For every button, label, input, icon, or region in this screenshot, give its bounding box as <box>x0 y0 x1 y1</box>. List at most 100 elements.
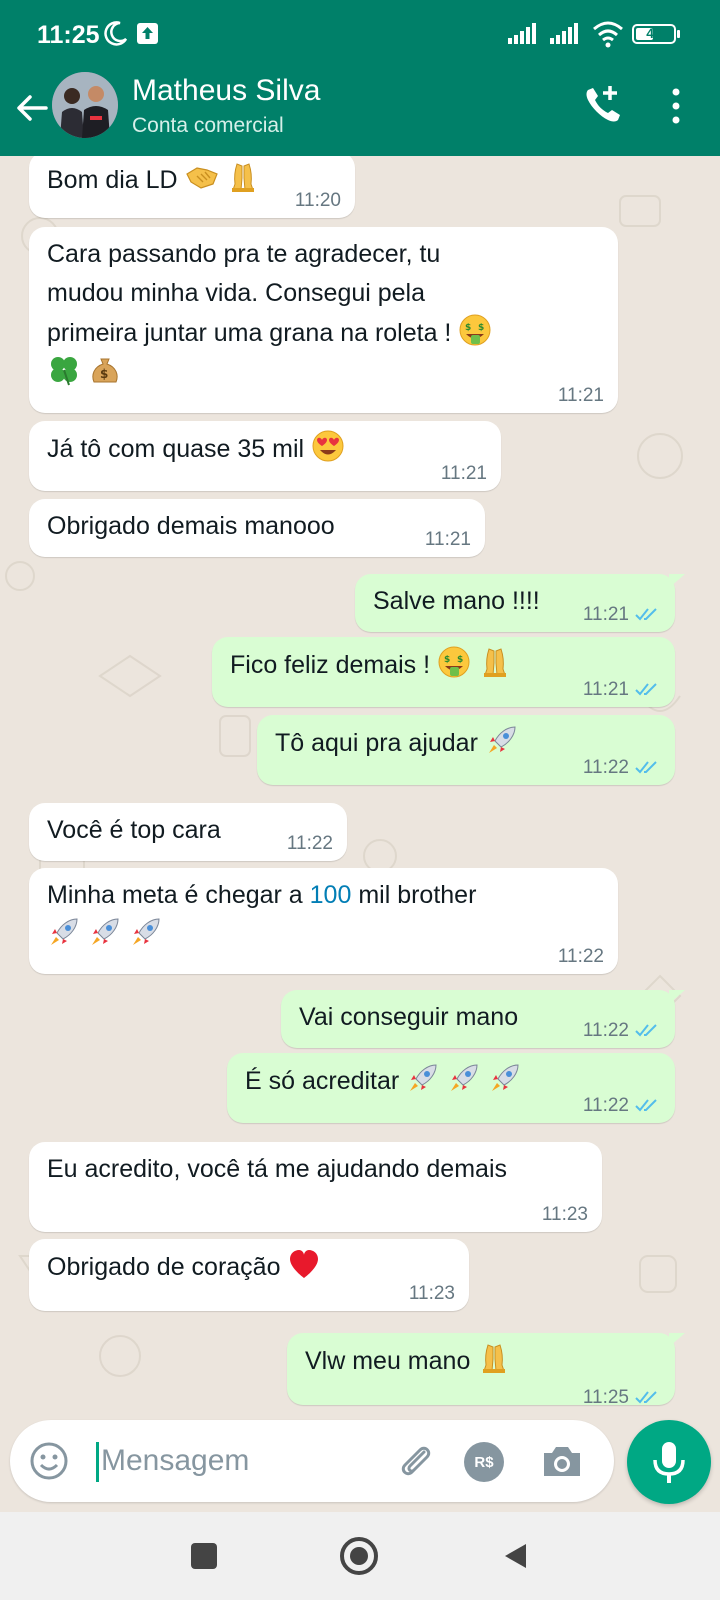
message-line: primeira juntar uma grana na roleta ! <box>47 319 452 347</box>
double-check-icon <box>635 1391 657 1403</box>
rocket-emoji <box>491 1064 519 1092</box>
battery-level: 44 <box>646 25 662 41</box>
recents-button[interactable] <box>191 1543 217 1569</box>
message-line: Cara passando pra te agradecer, tu <box>47 240 441 268</box>
more-vert-icon[interactable] <box>662 86 690 126</box>
mic-icon <box>653 1442 685 1483</box>
message-outgoing[interactable]: Tô aqui pra ajudar 11:22 <box>257 715 675 785</box>
moon-icon <box>104 21 128 46</box>
message-incoming[interactable]: Eu acredito, você tá me ajudando demais … <box>29 1142 602 1232</box>
battery-icon: 44 <box>632 24 676 44</box>
bubble-tail <box>669 1333 685 1347</box>
chat-area[interactable]: Bom dia LD 11:20 Cara passando pra te ag… <box>0 156 720 1410</box>
message-meta: 11:21 <box>441 463 487 485</box>
message-meta: 11:21 <box>425 529 471 551</box>
message-incoming[interactable]: Obrigado demais manooo 11:21 <box>29 499 485 557</box>
message-time: 11:20 <box>294 190 341 211</box>
double-check-icon <box>635 1099 657 1111</box>
message-text: Fico feliz demais ! <box>230 651 431 679</box>
message-time: 11:22 <box>557 946 604 967</box>
message-text: Minha meta é chegar a <box>47 881 310 909</box>
message-meta: 11:23 <box>409 1283 455 1305</box>
message-incoming[interactable]: Bom dia LD 11:20 <box>29 156 355 218</box>
pray-emoji <box>483 648 507 678</box>
avatar[interactable] <box>52 72 118 138</box>
message-time: 11:21 <box>440 463 487 484</box>
message-outgoing[interactable]: Vai conseguir mano 11:22 <box>281 990 685 1048</box>
status-bar: 11:25 44 <box>0 0 720 70</box>
mic-button[interactable] <box>627 1420 711 1504</box>
back-arrow-icon[interactable] <box>10 86 54 130</box>
message-meta: 11:21 <box>583 679 661 701</box>
message-time: 11:22 <box>582 757 629 778</box>
add-call-icon[interactable] <box>580 82 626 128</box>
number-link[interactable]: 100 <box>310 881 352 909</box>
message-incoming[interactable]: Obrigado de coração 11:23 <box>29 1239 469 1311</box>
attach-icon[interactable] <box>394 1440 436 1482</box>
heart-eyes-emoji <box>312 430 344 462</box>
payment-icon[interactable]: R$ <box>464 1442 504 1482</box>
nav-back-icon[interactable] <box>500 1541 530 1571</box>
message-line: mudou minha vida. Consegui pela <box>47 279 426 307</box>
message-time: 11:22 <box>286 833 333 854</box>
message-outgoing[interactable]: Salve mano !!!! 11:21 <box>355 574 685 632</box>
message-text: Já tô com quase 35 mil <box>47 435 305 463</box>
message-text: Obrigado demais manooo <box>47 512 335 540</box>
message-text: Obrigado de coração <box>47 1253 281 1281</box>
message-text: É só acreditar <box>245 1067 400 1095</box>
message-time: 11:21 <box>582 604 629 625</box>
message-outgoing[interactable]: Fico feliz demais ! 11:21 <box>212 637 675 707</box>
message-meta: 11:21 <box>558 385 604 407</box>
status-time: 11:25 <box>37 21 100 49</box>
contact-name[interactable]: Matheus Silva <box>132 74 320 108</box>
message-incoming[interactable]: Cara passando pra te agradecer, tu mudou… <box>29 227 618 413</box>
message-incoming[interactable]: Minha meta é chegar a 100 mil brother 11… <box>29 868 618 974</box>
message-time: 11:21 <box>557 385 604 406</box>
message-meta: 11:22 <box>583 757 661 779</box>
camera-icon[interactable] <box>540 1440 584 1482</box>
message-text: Tô aqui pra ajudar <box>275 729 478 757</box>
update-icon <box>137 23 158 44</box>
message-outgoing[interactable]: Vlw meu mano 11:25 <box>287 1333 685 1408</box>
pray-emoji <box>482 1344 506 1374</box>
money-mouth-emoji <box>438 646 470 678</box>
message-incoming[interactable]: Você é top cara 11:22 <box>29 803 347 861</box>
message-text: Vlw meu mano <box>305 1347 471 1375</box>
wifi-icon <box>593 21 623 48</box>
message-text: Bom dia LD <box>47 166 178 194</box>
heart-emoji <box>290 1250 319 1278</box>
message-text: Vai conseguir mano <box>299 1003 519 1031</box>
home-button-dot <box>350 1547 368 1565</box>
message-time: 11:22 <box>582 1095 629 1116</box>
message-time: 11:23 <box>541 1204 588 1225</box>
message-meta: 11:23 <box>542 1204 588 1226</box>
rocket-emoji <box>91 918 119 946</box>
handshake-emoji <box>185 167 218 189</box>
message-outgoing[interactable]: É só acreditar 11:22 <box>227 1053 675 1123</box>
message-meta: 11:25 <box>583 1387 661 1409</box>
bubble-tail <box>669 990 685 1004</box>
rocket-emoji <box>488 726 516 754</box>
contact-subtitle: Conta comercial <box>132 114 284 137</box>
message-input[interactable] <box>101 1441 381 1481</box>
clover-emoji <box>50 356 78 386</box>
double-check-icon <box>635 683 657 695</box>
double-check-icon <box>635 761 657 773</box>
message-meta: 11:21 <box>583 604 661 626</box>
rocket-emoji <box>132 918 160 946</box>
message-time: 11:21 <box>582 679 629 700</box>
message-time: 11:22 <box>582 1020 629 1041</box>
message-meta: 11:20 <box>295 190 341 212</box>
message-incoming[interactable]: Já tô com quase 35 mil 11:21 <box>29 421 501 491</box>
moneybag-emoji <box>92 358 118 383</box>
message-text: Salve mano !!!! <box>373 587 540 615</box>
rocket-emoji <box>409 1064 437 1092</box>
text-caret <box>96 1442 99 1482</box>
message-text: Eu acredito, você tá me ajudando demais <box>47 1155 507 1183</box>
message-composer: R$ <box>10 1420 614 1502</box>
message-time: 11:21 <box>424 529 471 550</box>
message-meta: 11:22 <box>287 833 333 855</box>
emoji-icon[interactable] <box>28 1440 70 1482</box>
message-text: Você é top cara <box>47 816 221 844</box>
message-time: 11:25 <box>582 1387 629 1408</box>
